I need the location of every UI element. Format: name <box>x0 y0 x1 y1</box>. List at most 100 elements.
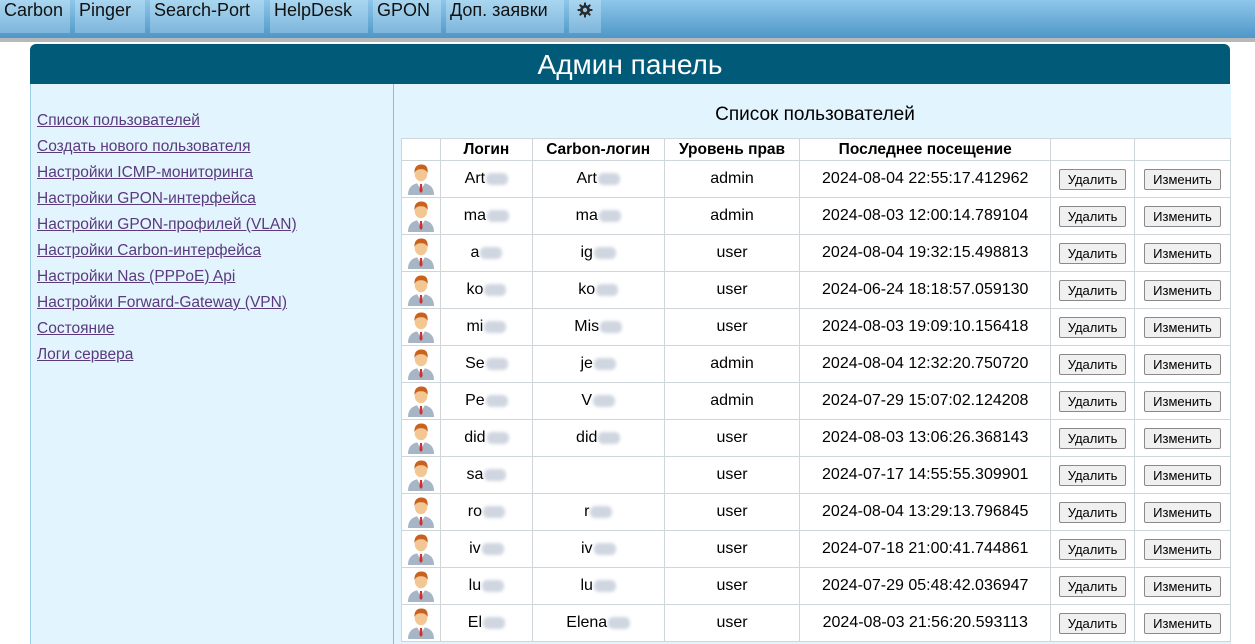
role-cell: user <box>663 456 801 494</box>
nav-tab-carbon[interactable]: Carbon <box>0 0 70 33</box>
delete-button-cell: Удалить <box>1050 308 1135 346</box>
nav-tab-gpon[interactable]: GPON <box>373 0 441 33</box>
edit-button[interactable]: Изменить <box>1144 575 1221 597</box>
redacted-text <box>593 394 616 407</box>
edit-button[interactable]: Изменить <box>1144 316 1221 338</box>
sidebar-link-carbon-interface[interactable]: Настройки Carbon-интерфейса <box>37 242 261 260</box>
delete-button[interactable]: Удалить <box>1058 501 1127 523</box>
delete-button[interactable]: Удалить <box>1058 353 1127 375</box>
redacted-text <box>593 579 616 592</box>
carbon-login-cell: lu <box>531 567 665 605</box>
login-cell: Se <box>439 345 533 383</box>
delete-button[interactable]: Удалить <box>1058 427 1127 449</box>
role-cell: admin <box>663 160 801 198</box>
last-visit-cell: 2024-08-04 22:55:17.412962 <box>799 160 1052 198</box>
last-visit-cell-text: 2024-07-29 15:07:02.124208 <box>822 392 1029 409</box>
role-cell-text: user <box>716 614 748 631</box>
last-visit-cell-text: 2024-08-04 13:29:13.796845 <box>822 503 1029 520</box>
user-avatar-icon <box>407 201 434 232</box>
carbon-login-cell: r <box>531 493 665 531</box>
role-cell: admin <box>663 382 801 420</box>
delete-button-cell: Удалить <box>1050 382 1135 420</box>
login-cell-text: mi <box>466 318 484 335</box>
settings-button[interactable] <box>569 0 601 33</box>
sidebar-link-nas-api[interactable]: Настройки Nas (PPPoE) Api <box>37 268 235 286</box>
sidebar-link-create-user[interactable]: Создать нового пользователя <box>37 138 250 156</box>
login-cell-text: Art <box>464 170 486 187</box>
delete-button[interactable]: Удалить <box>1058 390 1127 412</box>
nav-tab-pinger[interactable]: Pinger <box>75 0 145 33</box>
carbon-login-cell-text: did <box>576 429 598 446</box>
carbon-login-cell: Mis <box>531 308 665 346</box>
last-visit-cell-text: 2024-08-04 19:32:15.498813 <box>822 244 1029 261</box>
role-cell-text: admin <box>710 392 754 409</box>
delete-button[interactable]: Удалить <box>1058 316 1127 338</box>
delete-button[interactable]: Удалить <box>1058 464 1127 486</box>
redacted-text <box>598 431 621 444</box>
table-row: El Elena user 2024-08-03 21:56:20.593113 Уда… <box>401 604 1231 642</box>
carbon-login-cell-text: je <box>580 355 593 372</box>
login-cell-text: lu <box>468 577 482 594</box>
avatar-cell <box>401 234 441 272</box>
carbon-login-cell-text: Mis <box>574 318 600 335</box>
role-cell-text: user <box>716 281 748 298</box>
nav-tab-search-port[interactable]: Search-Port <box>150 0 264 33</box>
edit-button[interactable]: Изменить <box>1144 390 1221 412</box>
delete-button-cell: Удалить <box>1050 271 1135 309</box>
column-header-delete <box>1050 138 1135 161</box>
edit-button[interactable]: Изменить <box>1144 279 1221 301</box>
edit-button[interactable]: Изменить <box>1144 205 1221 227</box>
last-visit-cell: 2024-06-24 18:18:57.059130 <box>799 271 1052 309</box>
role-cell: user <box>663 604 801 642</box>
edit-button-cell: Изменить <box>1134 160 1231 198</box>
avatar-cell <box>401 308 441 346</box>
column-header-login: Логин <box>439 138 533 161</box>
sidebar-link-forward-gateway[interactable]: Настройки Forward-Gateway (VPN) <box>37 294 287 312</box>
delete-button[interactable]: Удалить <box>1058 612 1127 634</box>
sidebar-link-status[interactable]: Состояние <box>37 320 114 338</box>
edit-button-cell: Изменить <box>1134 567 1231 605</box>
table-row: did did user 2024-08-03 13:06:26.368143 Удал… <box>401 419 1231 457</box>
edit-button-cell: Изменить <box>1134 604 1231 642</box>
user-avatar-icon <box>407 349 434 380</box>
role-cell: user <box>663 419 801 457</box>
edit-button[interactable]: Изменить <box>1144 464 1221 486</box>
edit-button[interactable]: Изменить <box>1144 242 1221 264</box>
delete-button[interactable]: Удалить <box>1058 168 1127 190</box>
sidebar-link-gpon-interface[interactable]: Настройки GPON-интерфейса <box>37 190 256 208</box>
delete-button-cell: Удалить <box>1050 493 1135 531</box>
sidebar-link-users-list[interactable]: Список пользователей <box>37 112 200 130</box>
redacted-text <box>483 505 506 518</box>
edit-button[interactable]: Изменить <box>1144 427 1221 449</box>
edit-button[interactable]: Изменить <box>1144 168 1221 190</box>
login-cell: ro <box>439 493 533 531</box>
carbon-login-cell <box>531 456 665 494</box>
delete-button[interactable]: Удалить <box>1058 205 1127 227</box>
login-cell-text: a <box>470 244 480 261</box>
carbon-login-cell-text: lu <box>580 577 593 594</box>
delete-button[interactable]: Удалить <box>1058 279 1127 301</box>
sidebar-link-icmp-settings[interactable]: Настройки ICMP-мониторинга <box>37 164 253 182</box>
delete-button[interactable]: Удалить <box>1058 575 1127 597</box>
users-list-title: Список пользователей <box>715 104 915 125</box>
login-cell: ma <box>439 197 533 235</box>
nav-tab-extra-requests[interactable]: Доп. заявки <box>446 0 564 33</box>
content-area: Список пользователей Логин Carbon-логин … <box>399 84 1231 644</box>
edit-button[interactable]: Изменить <box>1144 612 1221 634</box>
sidebar-link-server-logs[interactable]: Логи сервера <box>37 346 133 364</box>
user-avatar-icon <box>407 497 434 528</box>
edit-button[interactable]: Изменить <box>1144 353 1221 375</box>
edit-button[interactable]: Изменить <box>1144 501 1221 523</box>
avatar-cell <box>401 530 441 568</box>
nav-tab-helpdesk[interactable]: HelpDesk <box>270 0 368 33</box>
last-visit-cell-text: 2024-08-04 12:32:20.750720 <box>822 355 1029 372</box>
edit-button[interactable]: Изменить <box>1144 538 1221 560</box>
role-cell-text: user <box>716 318 748 335</box>
sidebar-link-gpon-profiles[interactable]: Настройки GPON-профилей (VLAN) <box>37 216 297 234</box>
last-visit-cell-text: 2024-07-29 05:48:42.036947 <box>822 577 1029 594</box>
sidebar: Список пользователей Создать нового поль… <box>31 84 394 644</box>
delete-button[interactable]: Удалить <box>1058 242 1127 264</box>
login-cell: ko <box>439 271 533 309</box>
edit-button-cell: Изменить <box>1134 419 1231 457</box>
delete-button[interactable]: Удалить <box>1058 538 1127 560</box>
